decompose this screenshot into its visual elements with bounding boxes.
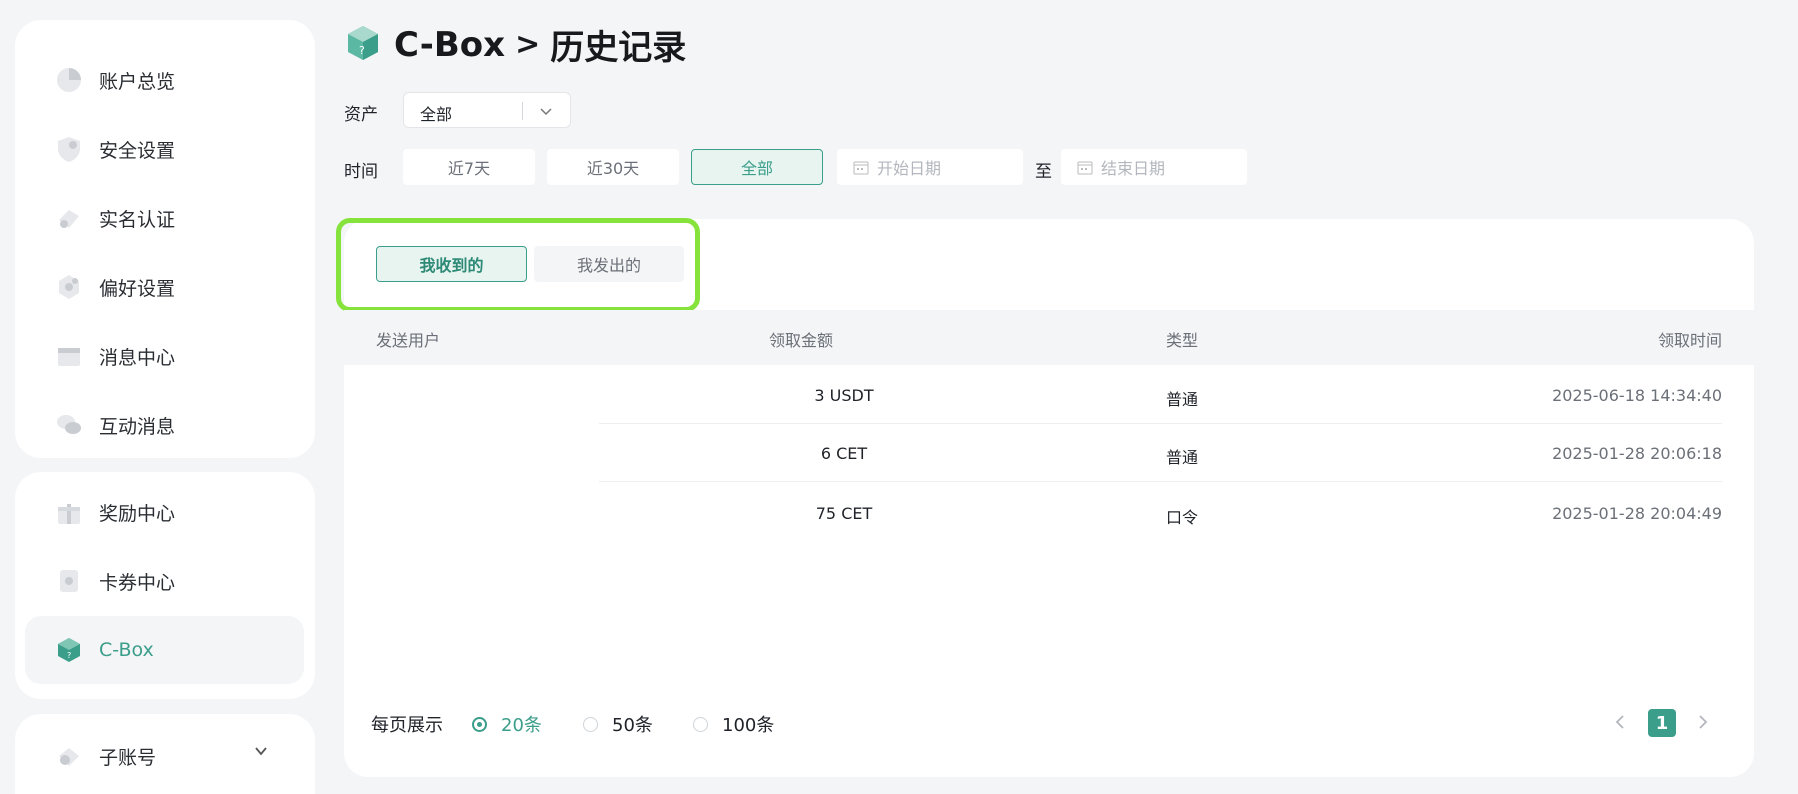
chevron-left-icon[interactable] — [1611, 712, 1629, 732]
sidebar-item-coupons[interactable]: 卡券中心 — [25, 547, 304, 615]
sidebar-item-subaccount[interactable]: 子账号 — [25, 722, 304, 790]
time-30d-button[interactable]: 近30天 — [547, 149, 679, 185]
per-page-option-label: 50条 — [612, 715, 653, 736]
breadcrumb-separator: > — [515, 27, 541, 62]
cell-type: 普通 — [1166, 448, 1199, 467]
cell-time: 2025-06-18 14:34:40 — [1552, 386, 1722, 405]
select-divider — [522, 102, 523, 120]
sidebar-item-label: 账户总览 — [99, 70, 176, 93]
title-main: C-Box — [394, 24, 506, 65]
table-row: 6 CET 普通 2025-01-28 20:06:18 — [344, 424, 1754, 482]
shield-icon — [58, 137, 80, 162]
chevron-down-icon[interactable] — [254, 744, 268, 758]
chevron-down-icon — [540, 108, 552, 116]
per-page-50[interactable]: 50条 — [583, 711, 653, 737]
asset-select-value: 全部 — [420, 105, 453, 124]
sidebar-item-label: 实名认证 — [99, 208, 176, 231]
table-row: 75 CET 口令 2025-01-28 20:04:49 — [344, 484, 1754, 542]
table-header: 发送用户 领取金额 类型 领取时间 — [344, 310, 1754, 365]
chat-bubbles-icon — [57, 415, 81, 434]
page-title: C-Box > 历史记录 — [394, 20, 686, 69]
per-page-option-label: 20条 — [501, 715, 542, 736]
sidebar-item-identity[interactable]: 实名认证 — [25, 184, 304, 252]
calendar-icon — [853, 161, 869, 175]
calendar-icon — [1077, 161, 1093, 175]
pie-chart-icon — [57, 68, 81, 92]
sidebar-item-account-overview[interactable]: 账户总览 — [25, 46, 304, 114]
sidebar-rewards-card: 奖励中心 卡券中心 ? C-Box — [15, 472, 315, 699]
radio-icon — [693, 716, 708, 732]
sidebar-item-preferences[interactable]: 偏好设置 — [25, 253, 304, 321]
settings-gear-icon — [59, 275, 79, 299]
sidebar-item-label: 消息中心 — [99, 346, 176, 369]
sidebar-item-security[interactable]: 安全设置 — [25, 115, 304, 183]
time-label: 时间 — [344, 162, 378, 182]
cell-type: 普通 — [1166, 390, 1199, 409]
tabs-highlight-box — [336, 218, 700, 312]
per-page-100[interactable]: 100条 — [693, 711, 774, 737]
col-type: 类型 — [1166, 331, 1199, 350]
gift-icon — [58, 504, 80, 524]
per-page-option-label: 100条 — [722, 715, 775, 736]
cell-type: 口令 — [1166, 508, 1199, 527]
start-date-placeholder: 开始日期 — [877, 159, 942, 178]
asset-label: 资产 — [344, 105, 378, 125]
asset-select[interactable]: 全部 — [403, 92, 571, 128]
page-number-current[interactable]: 1 — [1648, 709, 1676, 737]
sidebar-item-label: 偏好设置 — [99, 277, 176, 300]
sidebar-item-label: 奖励中心 — [99, 502, 176, 525]
start-date-input[interactable]: 开始日期 — [837, 149, 1023, 185]
row-divider — [599, 481, 1722, 482]
sidebar-item-label: 互动消息 — [99, 415, 176, 438]
sidebar-subaccount-card: 子账号 — [15, 714, 315, 794]
cell-amount: 75 CET — [815, 504, 873, 523]
radio-icon — [583, 716, 598, 732]
time-7d-button[interactable]: 近7天 — [403, 149, 535, 185]
col-time: 领取时间 — [1657, 331, 1722, 350]
per-page-20[interactable]: 20条 — [472, 711, 542, 737]
title-sub: 历史记录 — [550, 28, 687, 68]
sidebar-item-label: 安全设置 — [99, 139, 176, 162]
sub-account-icon — [59, 748, 79, 766]
svg-text:?: ? — [359, 44, 365, 57]
per-page-label: 每页展示 — [371, 715, 443, 736]
cell-time: 2025-01-28 20:04:49 — [1552, 504, 1722, 523]
sidebar-item-messages[interactable]: 消息中心 — [25, 322, 304, 390]
sidebar-item-label: C-Box — [99, 639, 154, 661]
radio-icon — [472, 716, 487, 732]
cell-amount: 6 CET — [820, 444, 868, 463]
sidebar-item-cbox[interactable]: ? C-Box — [25, 616, 304, 684]
cbox-cube-icon: ? — [58, 638, 80, 662]
sidebar-item-interactions[interactable]: 互动消息 — [25, 391, 304, 459]
cell-amount: 3 USDT — [814, 386, 874, 405]
inbox-icon — [58, 348, 80, 366]
end-date-placeholder: 结束日期 — [1101, 159, 1166, 178]
coupon-icon — [60, 570, 78, 592]
svg-text:?: ? — [67, 651, 71, 660]
sidebar-main-card: 账户总览 安全设置 实名认证 偏好设置 消息中心 互动消息 — [15, 20, 315, 458]
chevron-right-icon[interactable] — [1694, 712, 1712, 732]
id-badge-icon — [59, 210, 79, 228]
col-sender: 发送用户 — [376, 331, 441, 350]
time-all-button[interactable]: 全部 — [691, 149, 823, 185]
table-row: 3 USDT 普通 2025-06-18 14:34:40 — [344, 366, 1754, 424]
sidebar-item-label: 卡券中心 — [99, 571, 176, 594]
date-range-to: 至 — [1035, 162, 1052, 182]
sidebar-item-rewards[interactable]: 奖励中心 — [25, 478, 304, 546]
cell-time: 2025-01-28 20:06:18 — [1552, 444, 1722, 463]
sidebar-item-label: 子账号 — [99, 746, 157, 769]
end-date-input[interactable]: 结束日期 — [1061, 149, 1247, 185]
cbox-cube-icon: ? — [348, 26, 378, 60]
col-amount: 领取金额 — [769, 331, 834, 350]
